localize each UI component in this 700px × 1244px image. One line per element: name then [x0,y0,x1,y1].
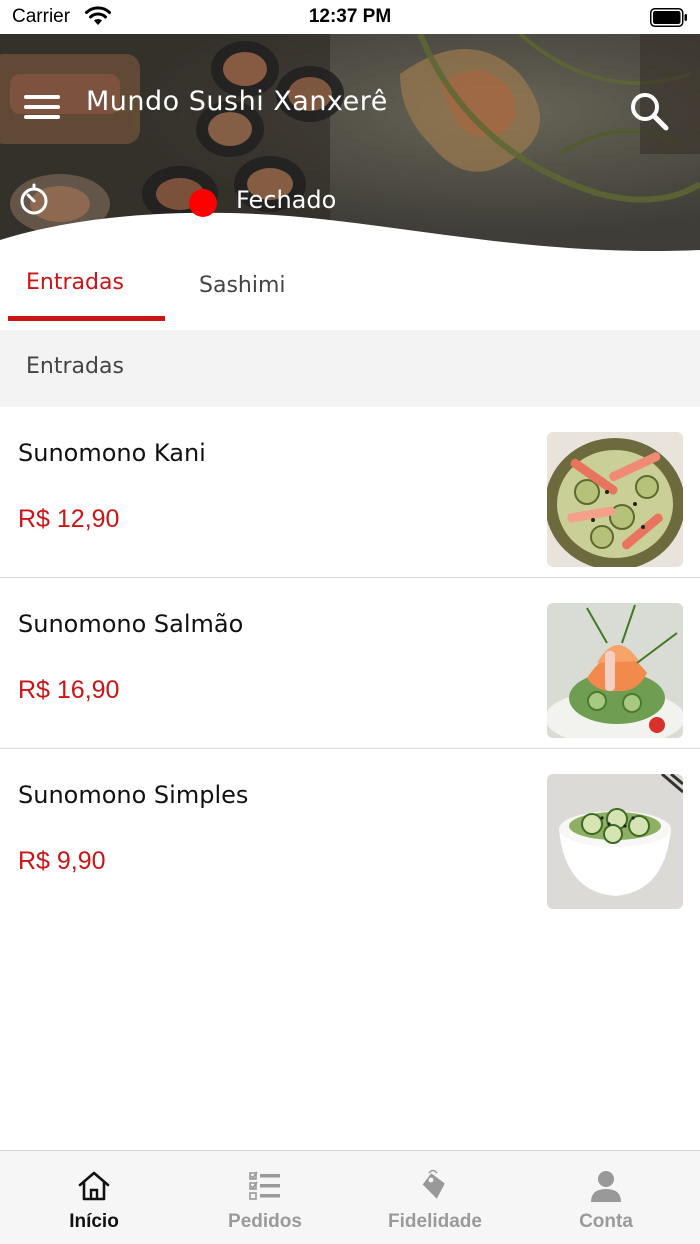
product-price: R$ 16,90 [18,676,120,704]
battery-icon [650,8,687,27]
tabbar-item-fidelidade[interactable]: Fidelidade [365,1151,505,1244]
tab-entradas[interactable]: Entradas [26,270,124,295]
opening-status-label: Fechado [236,186,337,214]
product-name: Sunomono Kani [18,439,206,467]
menu-button[interactable] [22,92,62,122]
person-icon [591,1171,621,1202]
tab-sashimi[interactable]: Sashimi [199,273,286,298]
product-image [547,774,683,909]
product-name: Sunomono Salmão [18,610,244,638]
tabbar-label: Fidelidade [388,1211,482,1232]
tabbar-label: Conta [579,1211,633,1232]
status-bar: Carrier 12:37 PM [0,0,700,34]
section-header: Entradas [0,330,700,407]
product-price: R$ 12,90 [18,505,120,533]
active-tab-indicator [8,316,165,321]
bottom-tab-bar: Início Pedidos Fidelidade Conta [0,1150,700,1244]
category-tabs: Entradas Sashimi [0,256,700,330]
home-icon [78,1171,110,1201]
product-price: R$ 9,90 [18,847,106,875]
product-item-sunomono-simples[interactable]: Sunomono Simples R$ 9,90 [0,749,700,920]
product-item-sunomono-salmao[interactable]: Sunomono Salmão R$ 16,90 [0,578,700,749]
store-title: Mundo Sushi Xanxerê [86,86,388,117]
timer-icon [20,183,48,215]
search-icon[interactable] [628,90,670,132]
store-header: Mundo Sushi Xanxerê Fechado [0,34,700,256]
product-image [547,603,683,738]
product-name: Sunomono Simples [18,781,249,809]
product-image [547,432,683,567]
tabbar-item-inicio[interactable]: Início [24,1151,164,1244]
tabbar-item-pedidos[interactable]: Pedidos [195,1151,335,1244]
product-item-sunomono-kani[interactable]: Sunomono Kani R$ 12,90 [0,407,700,578]
tabbar-label: Início [69,1211,119,1232]
tag-icon [422,1169,445,1199]
clock-time: 12:37 PM [308,6,392,27]
tabbar-item-conta[interactable]: Conta [536,1151,676,1244]
product-list: Sunomono Kani R$ 12,90 Sunomono Salmão R… [0,407,700,920]
section-title: Entradas [26,354,124,379]
tabbar-label: Pedidos [228,1211,302,1232]
closed-status-indicator [189,189,217,217]
header-background-image [0,34,700,256]
checklist-icon [249,1171,280,1200]
